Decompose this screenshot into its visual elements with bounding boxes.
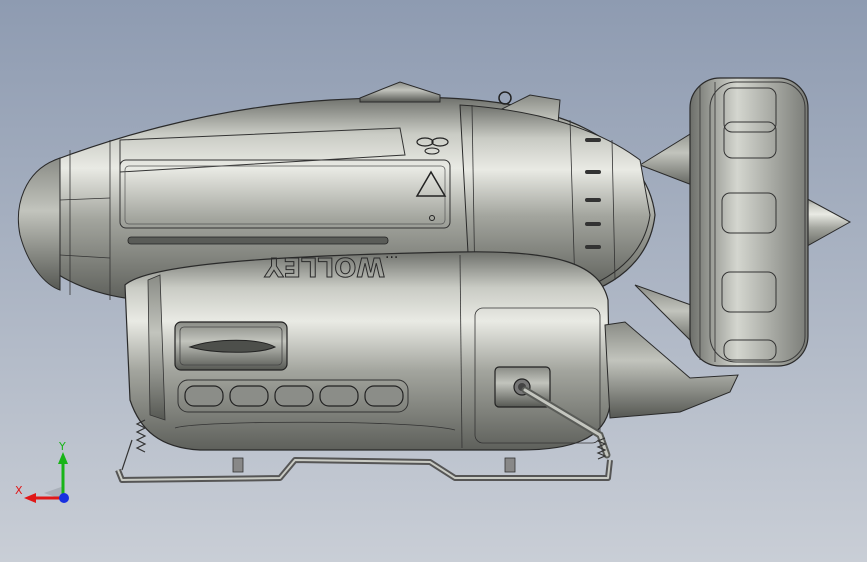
spring-left [121,419,147,471]
hull-marking-dots: ··· [385,250,398,266]
hull-marking: WOLLEY [263,251,385,281]
y-axis-label: Y [59,440,66,453]
vent-slot [274,385,314,407]
cad-viewport[interactable]: WOLLEY ··· X Y [0,0,867,562]
x-axis-label: X [15,484,23,497]
vent-slot [184,385,224,407]
propeller-shroud [689,77,809,367]
orientation-triad: X Y [12,438,76,508]
vent-slot [319,385,359,407]
top-fin [359,81,441,103]
axis-triad-graphic [24,452,69,503]
submarine-model[interactable]: WOLLEY ··· [0,0,867,562]
pod-display-panel [174,321,288,371]
vent-slot [364,385,404,407]
grille-slot [127,236,389,245]
vent-slot [229,385,269,407]
nose-cap [17,157,61,291]
